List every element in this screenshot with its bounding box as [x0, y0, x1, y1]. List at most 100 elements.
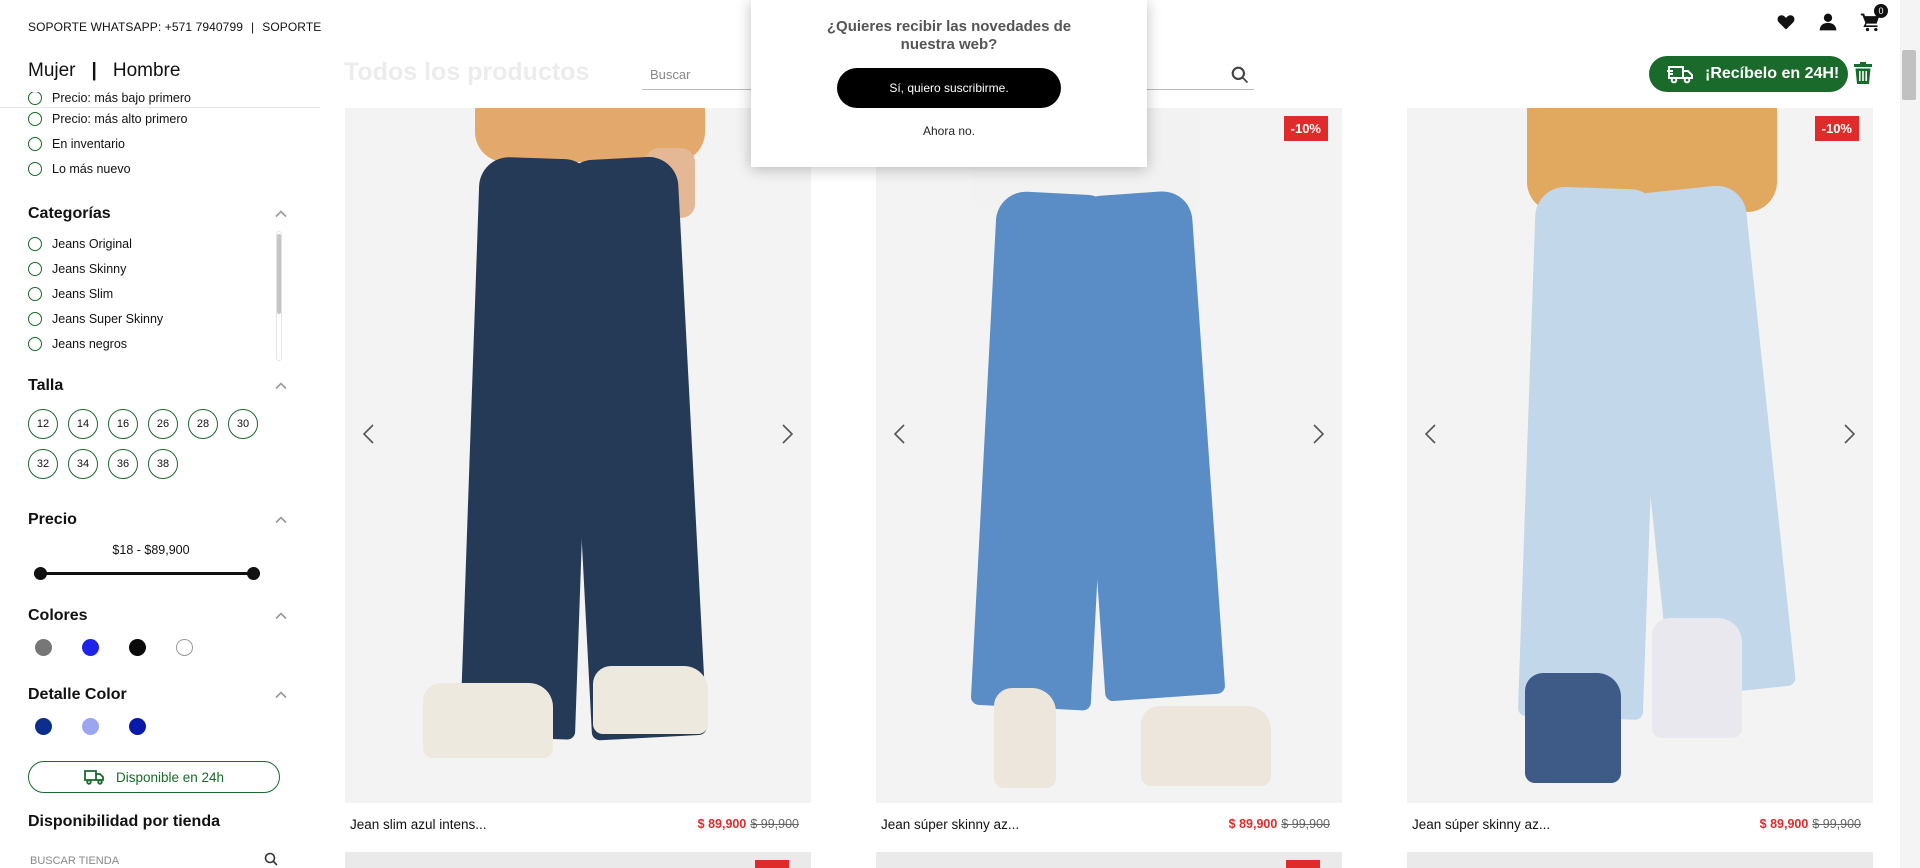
colors-header[interactable]: Colores	[28, 607, 288, 625]
categories-scrollbar[interactable]	[276, 231, 282, 361]
product-info: Jean súper skinny az... $ 89,900 $ 99,900	[1407, 803, 1873, 845]
category-item[interactable]: Jeans Skinny	[28, 256, 290, 281]
product-photo-leg	[561, 155, 708, 741]
size-option[interactable]: 36	[108, 449, 138, 479]
chevron-up-icon[interactable]	[274, 207, 288, 221]
detail-color-swatches	[28, 718, 290, 735]
size-option[interactable]: 30	[228, 409, 258, 439]
wishlist-heart-icon[interactable]	[1776, 12, 1796, 32]
category-item[interactable]: Jeans Super Skinny	[28, 306, 290, 331]
size-option[interactable]: 32	[28, 449, 58, 479]
store-search-input[interactable]: BUSCAR TIENDA	[28, 849, 280, 868]
color-swatch[interactable]	[35, 718, 52, 735]
page-scrollbar[interactable]	[1900, 0, 1920, 868]
cart-icon[interactable]: 0	[1860, 4, 1888, 32]
chevron-up-icon[interactable]	[274, 688, 288, 702]
slider-max-handle[interactable]	[247, 567, 260, 580]
sort-option-label: Precio: más bajo primero	[52, 92, 191, 105]
size-option[interactable]: 16	[108, 409, 138, 439]
product-name[interactable]: Jean súper skinny az...	[881, 817, 1019, 832]
color-swatch[interactable]	[35, 639, 52, 656]
delivery-24h-button[interactable]: ¡Recíbelo en 24H!	[1649, 56, 1848, 92]
chevron-left-icon[interactable]	[1421, 421, 1441, 447]
trash-icon[interactable]	[1854, 62, 1872, 84]
radio-icon	[28, 161, 42, 176]
price-slider[interactable]	[34, 567, 260, 580]
whatsapp-support-link[interactable]: SOPORTE WHATSAPP: +571 7940799	[28, 20, 243, 34]
size-option[interactable]: 26	[148, 409, 178, 439]
size-title: Talla	[28, 377, 64, 394]
product-info: Jean súper skinny az... $ 89,900 $ 99,900	[876, 803, 1342, 845]
chevron-up-icon[interactable]	[274, 379, 288, 393]
size-option[interactable]: 38	[148, 449, 178, 479]
original-price: $ 99,900	[750, 817, 799, 831]
size-options: 12 14 16 26 28 30 32 34 36 38	[28, 409, 268, 479]
product-card[interactable]: Jean slim azul intens... $ 89,900 $ 99,90…	[345, 108, 811, 845]
dismiss-link[interactable]: Ahora no.	[751, 124, 1147, 138]
available-24h-button[interactable]: Disponible en 24h	[28, 761, 280, 793]
slider-min-handle[interactable]	[34, 567, 47, 580]
color-swatches	[28, 639, 290, 656]
scrollbar-thumb[interactable]	[1902, 50, 1916, 100]
cart-count-badge: 0	[1874, 4, 1888, 18]
men-link[interactable]: Hombre	[113, 60, 181, 82]
price-header[interactable]: Precio	[28, 511, 288, 529]
chevron-right-icon[interactable]	[1839, 421, 1859, 447]
sort-option[interactable]: Precio: más bajo primero	[28, 92, 290, 106]
category-item[interactable]: Jeans Slim	[28, 281, 290, 306]
color-swatch[interactable]	[82, 639, 99, 656]
size-option[interactable]: 12	[28, 409, 58, 439]
size-header[interactable]: Talla	[28, 377, 288, 395]
color-swatch[interactable]	[129, 639, 146, 656]
category-item[interactable]: Jeans negros	[28, 331, 290, 356]
product-info: Jean slim azul intens... $ 89,900 $ 99,90…	[345, 803, 811, 845]
product-image[interactable]: -10%	[1407, 108, 1873, 803]
product-card[interactable]: -10% Jean súper skinny az... $ 89,900 $ 9…	[876, 108, 1342, 845]
subscribe-button[interactable]: Sí, quiero suscribirme.	[837, 68, 1061, 108]
chevron-left-icon[interactable]	[890, 421, 910, 447]
categories-header[interactable]: Categorías	[28, 205, 288, 223]
chevron-left-icon[interactable]	[359, 421, 379, 447]
search-icon[interactable]	[1230, 65, 1250, 85]
delivery-truck-icon	[1667, 66, 1693, 84]
color-swatch[interactable]	[129, 718, 146, 735]
category-label: Jeans Slim	[52, 286, 114, 301]
product-prices: $ 89,900 $ 99,900	[1229, 817, 1330, 831]
product-image[interactable]	[345, 108, 811, 803]
radio-icon	[28, 311, 42, 326]
radio-icon	[28, 336, 42, 351]
size-option[interactable]: 14	[68, 409, 98, 439]
product-image[interactable]: -10%	[876, 108, 1342, 803]
color-swatch[interactable]	[176, 639, 193, 656]
sale-price: $ 89,900	[1228, 817, 1278, 831]
chevron-up-icon[interactable]	[274, 609, 288, 623]
radio-icon	[28, 286, 42, 301]
product-photo-shoe	[423, 683, 553, 758]
scrollbar-thumb[interactable]	[277, 234, 281, 314]
header-icons: 0	[1776, 4, 1888, 32]
filters-sidebar: Precio: más bajo primero Precio: más alt…	[28, 92, 290, 868]
size-option[interactable]: 34	[68, 449, 98, 479]
chevron-right-icon[interactable]	[1308, 421, 1328, 447]
detail-color-header[interactable]: Detalle Color	[28, 686, 288, 704]
sort-option[interactable]: Lo más nuevo	[28, 156, 290, 181]
sale-price: $ 89,900	[1759, 817, 1809, 831]
radio-icon	[28, 261, 42, 276]
account-user-icon[interactable]	[1818, 12, 1838, 32]
size-option[interactable]: 28	[188, 409, 218, 439]
category-label: Jeans Original	[52, 236, 132, 251]
women-link[interactable]: Mujer	[28, 60, 76, 82]
delivery-truck-icon	[84, 770, 104, 785]
sort-option[interactable]: Precio: más alto primero	[28, 106, 290, 131]
sort-option[interactable]: En inventario	[28, 131, 290, 156]
chevron-up-icon[interactable]	[274, 513, 288, 527]
radio-icon	[28, 92, 42, 105]
product-name[interactable]: Jean súper skinny az...	[1412, 817, 1550, 832]
product-card[interactable]: -10% Jean súper skinny az... $ 89,900 $ 9…	[1407, 108, 1873, 845]
chevron-right-icon[interactable]	[777, 421, 797, 447]
product-name[interactable]: Jean slim azul intens...	[350, 817, 487, 832]
search-icon[interactable]	[264, 852, 278, 866]
support-link[interactable]: SOPORTE	[262, 20, 321, 34]
category-item[interactable]: Jeans Original	[28, 231, 290, 256]
color-swatch[interactable]	[82, 718, 99, 735]
